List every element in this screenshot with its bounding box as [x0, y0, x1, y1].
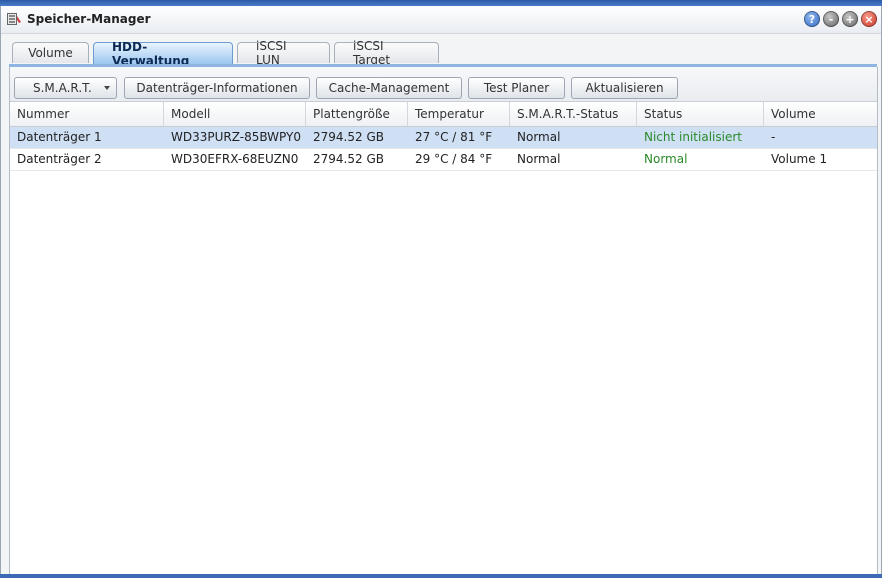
- column-header-smart-status[interactable]: S.M.A.R.T.-Status: [510, 102, 637, 126]
- smart-button-label: S.M.A.R.T.: [33, 81, 92, 95]
- cell-volume: Volume 1: [771, 152, 828, 166]
- cell-volume: -: [771, 130, 776, 144]
- table-row[interactable]: Datenträger 2 WD30EFRX-68EUZN0 2794.52 G…: [10, 149, 877, 171]
- cell-plattengroesse: 2794.52 GB: [313, 152, 384, 166]
- help-icon[interactable]: ?: [804, 11, 820, 27]
- column-header-modell[interactable]: Modell: [164, 102, 306, 126]
- cell-nummer: Datenträger 2: [17, 152, 102, 166]
- close-icon[interactable]: ×: [861, 11, 877, 27]
- cell-plattengroesse: 2794.52 GB: [313, 130, 384, 144]
- column-header-nummer[interactable]: Nummer: [10, 102, 164, 126]
- cell-smart-status: Normal: [517, 130, 561, 144]
- cell-status: Normal: [644, 152, 688, 166]
- tab-iscsi-lun[interactable]: iSCSI LUN: [237, 39, 330, 67]
- maximize-icon[interactable]: +: [842, 11, 858, 27]
- window-title: Speicher-Manager: [27, 12, 151, 26]
- cell-status: Nicht initialisiert: [644, 130, 742, 144]
- toolbar: S.M.A.R.T. Datenträger-Informationen Cac…: [10, 67, 877, 102]
- disk-table: Nummer Modell Plattengröße Temperatur S.…: [10, 102, 877, 171]
- cell-temperatur: 29 °C / 84 °F: [415, 152, 493, 166]
- table-row[interactable]: Datenträger 1 WD33PURZ-85BWPY0 2794.52 G…: [10, 127, 877, 149]
- column-header-volume[interactable]: Volume: [764, 102, 877, 126]
- column-header-temperatur[interactable]: Temperatur: [408, 102, 510, 126]
- storage-manager-window: Speicher-Manager ? - + × Volume HDD-Verw…: [0, 6, 882, 576]
- smart-dropdown-button[interactable]: S.M.A.R.T.: [14, 77, 117, 99]
- minimize-icon[interactable]: -: [823, 11, 839, 27]
- chevron-down-icon: [104, 86, 110, 90]
- disk-info-button[interactable]: Datenträger-Informationen: [124, 77, 310, 99]
- refresh-button[interactable]: Aktualisieren: [571, 77, 678, 99]
- desktop-bottom-bar: [0, 574, 882, 578]
- storage-manager-icon: [7, 13, 21, 25]
- cell-modell: WD30EFRX-68EUZN0: [171, 152, 299, 166]
- table-header: Nummer Modell Plattengröße Temperatur S.…: [10, 102, 877, 127]
- title-bar[interactable]: Speicher-Manager ? - + ×: [1, 6, 881, 34]
- hdd-panel: S.M.A.R.T. Datenträger-Informationen Cac…: [9, 67, 878, 576]
- tab-bar: Volume HDD-Verwaltung iSCSI LUN iSCSI Ta…: [12, 39, 439, 68]
- test-planer-button[interactable]: Test Planer: [468, 77, 565, 99]
- window-controls: ? - + ×: [804, 11, 877, 27]
- column-header-status[interactable]: Status: [637, 102, 764, 126]
- tab-volume[interactable]: Volume: [12, 42, 89, 63]
- cell-smart-status: Normal: [517, 152, 561, 166]
- cell-temperatur: 27 °C / 81 °F: [415, 130, 493, 144]
- tab-hdd-verwaltung[interactable]: HDD-Verwaltung: [93, 40, 233, 68]
- cell-modell: WD33PURZ-85BWPY0: [171, 130, 301, 144]
- column-header-plattengroesse[interactable]: Plattengröße: [306, 102, 408, 126]
- cell-nummer: Datenträger 1: [17, 130, 102, 144]
- tab-iscsi-target[interactable]: iSCSI Target: [334, 39, 439, 67]
- cache-management-button[interactable]: Cache-Management: [316, 77, 462, 99]
